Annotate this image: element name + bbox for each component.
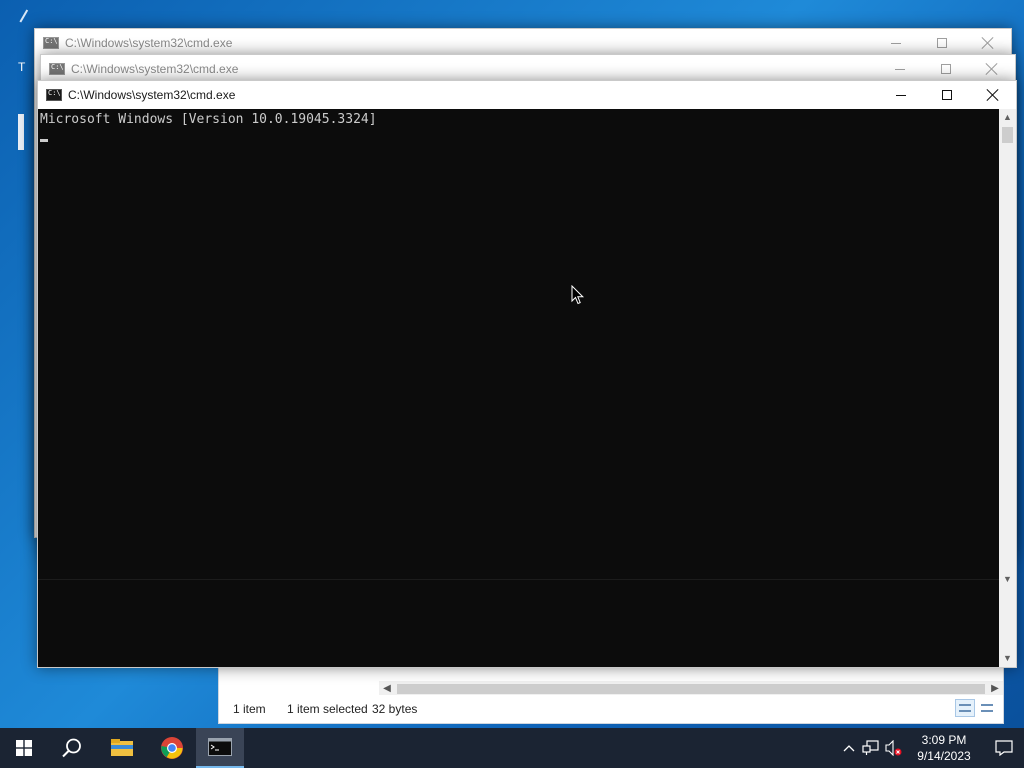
scroll-up-icon[interactable]: ▲ [999, 109, 1016, 126]
title-bar[interactable]: C:\Windows\system32\cmd.exe [38, 81, 1016, 109]
scroll-down-icon[interactable]: ▼ [999, 571, 1016, 588]
chrome-button[interactable] [148, 728, 196, 768]
cmd-icon [49, 63, 65, 75]
large-icons-view-icon[interactable] [977, 699, 997, 717]
search-button[interactable] [48, 728, 96, 768]
cmd-icon [208, 738, 232, 756]
cmd-icon [43, 37, 59, 49]
window-title: C:\Windows\system32\cmd.exe [71, 62, 239, 76]
notification-icon [995, 740, 1013, 756]
taskbar: 3:09 PM 9/14/2023 [0, 728, 1024, 768]
scroll-thumb[interactable] [397, 684, 985, 694]
action-center-button[interactable] [984, 728, 1024, 768]
minimize-button[interactable] [873, 29, 919, 57]
system-tray: 3:09 PM 9/14/2023 [838, 728, 1024, 768]
minimize-icon [896, 94, 906, 96]
volume-button[interactable] [882, 728, 904, 768]
window-title: C:\Windows\system32\cmd.exe [68, 88, 236, 102]
mouse-pointer-icon [571, 285, 585, 305]
clock[interactable]: 3:09 PM 9/14/2023 [904, 732, 984, 764]
close-button[interactable] [970, 81, 1016, 109]
show-hidden-icons-button[interactable] [838, 728, 860, 768]
file-explorer-icon [111, 739, 133, 756]
desktop-icon-block [18, 114, 24, 150]
window-controls [878, 81, 1016, 109]
maximize-icon [942, 90, 952, 100]
console-output[interactable]: Microsoft Windows [Version 10.0.19045.33… [38, 109, 999, 667]
cmd-taskbar-button[interactable] [196, 728, 244, 768]
close-icon [982, 37, 994, 49]
close-icon [987, 89, 999, 101]
network-button[interactable] [860, 728, 882, 768]
desktop-icon-label: T [18, 60, 26, 74]
view-buttons [955, 699, 997, 717]
chevron-up-icon [843, 745, 855, 752]
arrow-icon [19, 9, 39, 29]
window-title: C:\Windows\system32\cmd.exe [65, 36, 233, 50]
status-size: 32 bytes [372, 702, 418, 716]
close-button[interactable] [965, 29, 1011, 57]
details-view-icon[interactable] [955, 699, 975, 717]
status-item-count: 1 item [233, 702, 266, 716]
scroll-thumb[interactable] [1002, 127, 1013, 143]
minimize-icon [895, 68, 905, 70]
minimize-button[interactable] [877, 55, 923, 83]
maximize-button[interactable] [924, 81, 970, 109]
clock-date: 9/14/2023 [917, 749, 971, 763]
volume-muted-icon [885, 740, 902, 756]
clock-time: 3:09 PM [921, 733, 967, 747]
maximize-button[interactable] [919, 29, 965, 57]
maximize-icon [937, 38, 947, 48]
window-controls [877, 55, 1015, 83]
minimize-icon [891, 42, 901, 44]
search-icon [62, 738, 81, 758]
close-button[interactable] [969, 55, 1015, 83]
close-icon [986, 63, 998, 75]
status-selection: 1 item selected [287, 702, 368, 716]
title-bar[interactable]: C:\Windows\system32\cmd.exe [41, 55, 1015, 83]
start-icon [16, 740, 32, 756]
network-icon [862, 740, 879, 755]
cmd-window-active[interactable]: C:\Windows\system32\cmd.exe Microsoft Wi… [37, 80, 1017, 668]
start-button[interactable] [0, 728, 48, 768]
console-prompt-line [40, 129, 997, 147]
status-bar: 1 item 1 item selected 32 bytes [219, 695, 1003, 723]
console-line: Microsoft Windows [Version 10.0.19045.33… [40, 112, 377, 127]
console-divider [38, 579, 999, 580]
cmd-icon [46, 89, 62, 101]
maximize-button[interactable] [923, 55, 969, 83]
file-explorer-button[interactable] [98, 728, 146, 768]
scroll-down-icon[interactable]: ▼ [999, 650, 1016, 667]
chrome-icon [161, 737, 183, 759]
vertical-scrollbar[interactable]: ▲ ▼ ▼ [999, 109, 1016, 667]
text-cursor [40, 139, 48, 142]
minimize-button[interactable] [878, 81, 924, 109]
title-bar[interactable]: C:\Windows\system32\cmd.exe [35, 29, 1011, 57]
maximize-icon [941, 64, 951, 74]
window-controls [873, 29, 1011, 57]
file-explorer-window: ◀ ▶ 1 item 1 item selected 32 bytes [218, 660, 1004, 724]
